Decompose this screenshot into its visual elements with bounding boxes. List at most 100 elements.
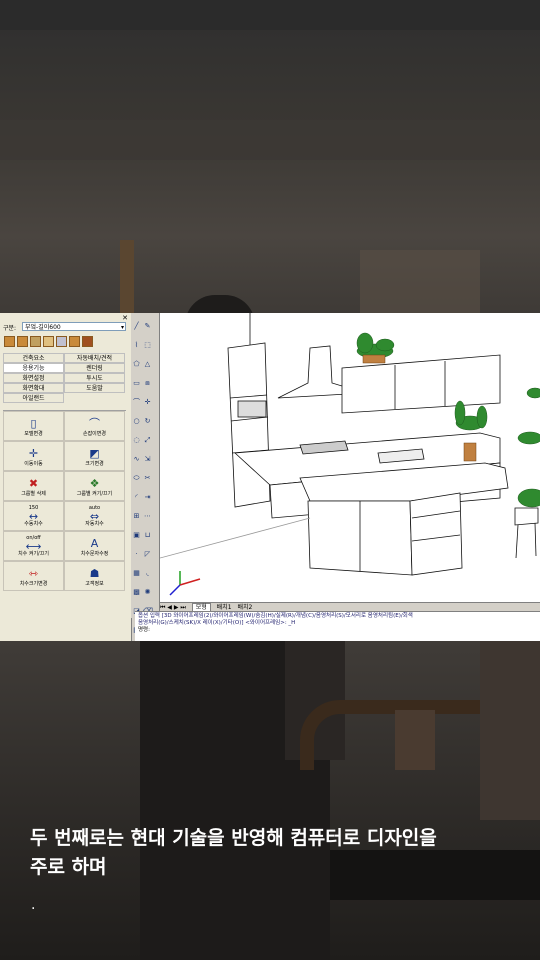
- hatch-icon[interactable]: ▦: [132, 569, 141, 578]
- manual-dimension-button[interactable]: 150 ↔ 수동치수: [3, 501, 64, 531]
- rectangle-icon[interactable]: ▭: [132, 379, 141, 388]
- cabinet-icon[interactable]: [17, 336, 28, 347]
- handle-icon: ⌒: [89, 417, 100, 430]
- stretch-icon[interactable]: ⇲: [143, 455, 152, 464]
- menu-zoom[interactable]: 화면확대: [3, 383, 64, 393]
- move-icon[interactable]: ✛: [143, 398, 152, 407]
- plant-pot: [362, 354, 386, 364]
- tab-layout1[interactable]: 배치1: [217, 604, 232, 611]
- layers-icon: ❖: [89, 477, 100, 490]
- join-icon[interactable]: ⊔: [143, 531, 152, 540]
- drawer-icon[interactable]: [43, 336, 54, 347]
- tool-grid: ▯ 모델변경 ⌒ 손잡이변경 ✛ 이동이동 ◩ 크기변경 ✖ 그룹별 삭제 ❖ 그룹별 켜기…: [3, 410, 126, 591]
- pencil-icon[interactable]: ✎: [143, 322, 152, 331]
- tool-label: 모델변경: [24, 431, 43, 437]
- tab-nav-arrows[interactable]: ⏮ ◀ ▶ ⏭: [160, 604, 186, 611]
- resize-button[interactable]: ◩ 크기변경: [64, 441, 125, 471]
- lamp-silhouette: [360, 250, 480, 315]
- arc-icon[interactable]: ⌒: [132, 398, 141, 407]
- background-bottom: [0, 640, 540, 960]
- spline-icon[interactable]: ∿: [132, 455, 141, 464]
- chair-silhouette: [120, 240, 134, 315]
- chevron-down-icon: ▾: [120, 324, 124, 331]
- chair: [514, 507, 539, 526]
- menu-help[interactable]: 도움말: [64, 383, 125, 393]
- ellipse-icon[interactable]: ⬭: [132, 474, 141, 483]
- mirror-icon[interactable]: △: [143, 360, 152, 369]
- insert-icon[interactable]: ⊞: [132, 512, 141, 521]
- move-button[interactable]: ✛ 이동이동: [3, 441, 64, 471]
- point-icon[interactable]: ·: [132, 550, 141, 559]
- gradient-icon[interactable]: ▩: [132, 588, 141, 597]
- customer-icon: ☗: [89, 567, 100, 580]
- tab-layout2[interactable]: 배치2: [237, 604, 252, 611]
- customer-info-button[interactable]: ☗ 고객정보: [64, 561, 125, 591]
- offset-icon[interactable]: ⧈: [143, 379, 152, 388]
- door-icon[interactable]: [30, 336, 41, 347]
- dimension-size-button[interactable]: ⇿ 치수크기변경: [3, 561, 64, 591]
- close-icon[interactable]: ✕: [122, 314, 128, 322]
- menu-rendering[interactable]: 렌더링: [64, 363, 125, 373]
- command-line[interactable]: 옵션 입력 [3D 와이어프레임(2)/와이어프레임(W)/숨김(H)/실제(R…: [135, 611, 540, 641]
- menu-island[interactable]: 아일랜드: [3, 393, 64, 403]
- tool-label: 수동치수: [24, 521, 43, 527]
- subtitle-caption: 두 번째로는 현대 기술을 반영해 컴퓨터로 디자인을 주로 하며: [30, 824, 520, 882]
- menu-auto-layout[interactable]: 자동배치/견적: [64, 353, 125, 363]
- rotate-icon[interactable]: ↻: [143, 417, 152, 426]
- select-icon[interactable]: ⬚: [143, 341, 152, 350]
- menu-building-elements[interactable]: 건축요소: [3, 353, 64, 363]
- draw-toolbar: ╱ ✎ ⌇ ⬚ ⬠ △ ▭ ⧈ ⌒ ✛ ○ ↻ ◌ ⤢ ∿ ⇲ ⬭ ✂ ◜ ⇥ ⊞ ⋯ ▣ ⊔ · ◸ ▦…: [131, 313, 160, 634]
- menu-empty: [64, 393, 125, 403]
- plant-right: [517, 431, 540, 445]
- tool-label: 치수문자수정: [80, 551, 109, 557]
- tool-label: 이동이동: [24, 461, 43, 467]
- plant-pot: [463, 442, 477, 462]
- extend-icon[interactable]: ⇥: [143, 493, 152, 502]
- cabinet-icon[interactable]: [69, 336, 80, 347]
- category-icon-bar: [4, 336, 93, 347]
- explode-icon[interactable]: ✺: [143, 588, 152, 597]
- polyline-icon[interactable]: ⌇: [132, 341, 141, 350]
- circle-icon[interactable]: ○: [132, 417, 141, 426]
- material-icon[interactable]: [82, 336, 93, 347]
- group-toggle-button[interactable]: ❖ 그룹별 켜기/끄기: [64, 471, 125, 501]
- dimension-toggle-icon: ⟷: [25, 540, 42, 553]
- cad-window: ✕ 구분: 부엌-길이600 ▾ 건축요소 자동배치/견적 응용기능 렌더링 화…: [0, 313, 540, 641]
- tool-label: 고객정보: [85, 581, 104, 587]
- tool-label: 그룹별 삭제: [21, 491, 46, 497]
- line-icon[interactable]: ╱: [132, 322, 141, 331]
- built-in-oven: [237, 400, 267, 418]
- block-icon[interactable]: ▣: [132, 531, 141, 540]
- text-icon: A: [90, 537, 99, 550]
- scale-icon[interactable]: ⤢: [143, 436, 152, 445]
- chamfer-icon[interactable]: ◸: [143, 550, 152, 559]
- ellipse-arc-icon[interactable]: ◜: [132, 493, 141, 502]
- auto-dimension-icon: ⇔: [89, 510, 100, 523]
- model-change-button[interactable]: ▯ 모델변경: [3, 411, 64, 441]
- menu-perspective[interactable]: 투시도: [64, 373, 125, 383]
- appliance-icon[interactable]: [56, 336, 67, 347]
- revision-icon[interactable]: ◌: [132, 436, 141, 445]
- dimension-text-button[interactable]: A 치수문자수정: [64, 531, 125, 561]
- classification-select[interactable]: 부엌-길이600 ▾: [22, 322, 126, 331]
- polygon-icon[interactable]: ⬠: [132, 360, 141, 369]
- move-icon: ✛: [28, 447, 39, 460]
- caption-line2: 주로 하며: [30, 856, 107, 878]
- trim-icon[interactable]: ✂: [143, 474, 152, 483]
- kitchen-3d-drawing: [160, 313, 540, 596]
- model-viewport[interactable]: [160, 313, 540, 603]
- menu-screen-settings[interactable]: 화면설정: [3, 373, 64, 383]
- dimension-icon: ↔: [28, 510, 39, 523]
- break-icon[interactable]: ⋯: [143, 512, 152, 521]
- floor-line: [160, 517, 311, 559]
- fillet-icon[interactable]: ◟: [143, 569, 152, 578]
- classification-label: 구분:: [3, 325, 17, 332]
- auto-dimension-button[interactable]: auto ⇔ 자동치수: [64, 501, 125, 531]
- menu-applied-functions[interactable]: 응용기능: [3, 363, 64, 373]
- person-right-arm: [480, 640, 540, 820]
- group-delete-button[interactable]: ✖ 그룹별 삭제: [3, 471, 64, 501]
- cabinet-icon[interactable]: [4, 336, 15, 347]
- handle-change-button[interactable]: ⌒ 손잡이변경: [64, 411, 125, 441]
- ceiling-band: [0, 0, 540, 30]
- dimension-toggle-button[interactable]: on/off ⟷ 치수 켜기/끄기: [3, 531, 64, 561]
